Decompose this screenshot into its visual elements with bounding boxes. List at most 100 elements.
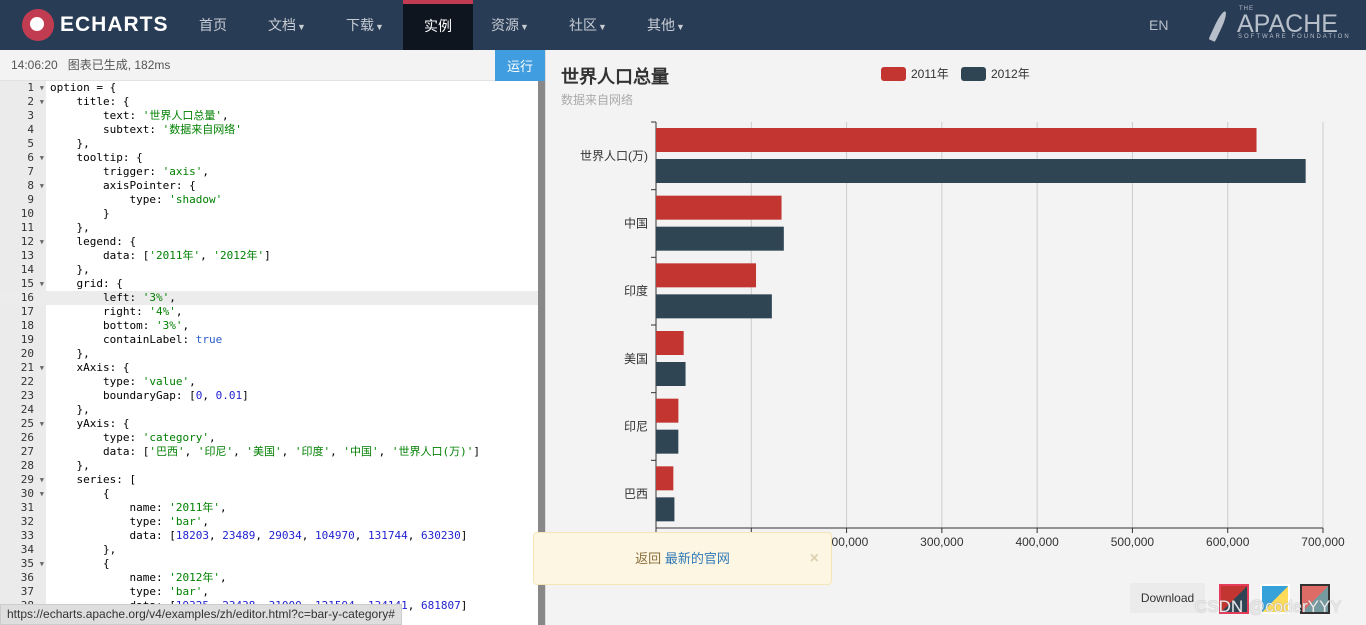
fold-arrow-icon[interactable]: ▼ [40, 417, 44, 431]
code-line[interactable]: 3 text: '世界人口总量', [0, 109, 538, 123]
logo-text: ECHARTS [60, 13, 169, 36]
fold-arrow-icon[interactable]: ▼ [40, 151, 44, 165]
fold-arrow-icon[interactable]: ▼ [40, 81, 44, 95]
official-site-link[interactable]: 最新的官网 [665, 551, 730, 566]
line-number: 31 [20, 501, 34, 514]
nav-item[interactable]: 实例 [403, 0, 473, 50]
code-line[interactable]: 28 }, [0, 459, 538, 473]
code-text: left: '3%', [50, 291, 176, 304]
code-line[interactable]: 12 ▼ legend: { [0, 235, 538, 249]
code-line[interactable]: 9 type: 'shadow' [0, 193, 538, 207]
code-text: }, [50, 459, 90, 472]
code-text: right: '4%', [50, 305, 183, 318]
bar[interactable] [656, 226, 784, 251]
code-line[interactable]: 24 }, [0, 403, 538, 417]
nav-item[interactable]: 文档▼ [252, 0, 322, 50]
code-line[interactable]: 11 }, [0, 221, 538, 235]
bar[interactable] [656, 159, 1306, 183]
code-text: type: 'shadow' [50, 193, 223, 206]
fold-arrow-icon[interactable]: ▼ [40, 179, 44, 193]
language-switch[interactable]: EN [1149, 0, 1168, 50]
x-tick-label: 700,000 [1301, 535, 1345, 549]
fold-arrow-icon[interactable]: ▼ [40, 361, 44, 375]
bar[interactable] [656, 497, 675, 522]
code-line[interactable]: 36 name: '2012年', [0, 571, 538, 585]
code-line[interactable]: 37 type: 'bar', [0, 585, 538, 599]
code-line[interactable]: 14 }, [0, 263, 538, 277]
code-line[interactable]: 1 ▼ option = { [0, 81, 538, 95]
close-icon[interactable]: × [810, 533, 819, 584]
code-text: }, [50, 137, 90, 150]
code-line[interactable]: 20 }, [0, 347, 538, 361]
code-line[interactable]: 26 type: 'category', [0, 431, 538, 445]
nav-item[interactable]: 下载▼ [330, 0, 400, 50]
code-line[interactable]: 29 ▼ series: [ [0, 473, 538, 487]
bar[interactable] [656, 429, 679, 454]
bar[interactable] [656, 294, 772, 319]
code-line[interactable]: 15 ▼ grid: { [0, 277, 538, 291]
line-number: 30 ▼ [20, 487, 44, 501]
run-button[interactable]: 运行 [495, 50, 545, 81]
line-number: 1 ▼ [27, 81, 44, 95]
notice-toast: 返回 最新的官网 × [533, 532, 832, 585]
code-text: name: '2011年', [50, 501, 227, 514]
download-button[interactable]: Download [1130, 583, 1205, 613]
fold-arrow-icon[interactable]: ▼ [40, 277, 44, 291]
fold-arrow-icon[interactable]: ▼ [40, 95, 44, 109]
code-line[interactable]: 23 boundaryGap: [0, 0.01] [0, 389, 538, 403]
code-text: { [50, 487, 110, 500]
y-category-label: 中国 [624, 216, 648, 231]
echarts-logo[interactable]: ECHARTS [22, 9, 169, 41]
line-number: 10 [20, 207, 34, 220]
nav-item-label: 实例 [424, 18, 452, 34]
code-line[interactable]: 6 ▼ tooltip: { [0, 151, 538, 165]
bar[interactable] [656, 362, 686, 386]
code-line[interactable]: 25 ▼ yAxis: { [0, 417, 538, 431]
bar[interactable] [656, 195, 782, 220]
code-line[interactable]: 19 containLabel: true [0, 333, 538, 347]
code-line[interactable]: 17 right: '4%', [0, 305, 538, 319]
feather-icon [1208, 10, 1229, 42]
bar[interactable] [656, 263, 757, 288]
code-line[interactable]: 34 }, [0, 543, 538, 557]
line-number: 24 [20, 403, 34, 416]
line-number: 35 ▼ [20, 557, 44, 571]
line-number: 33 [20, 529, 34, 542]
code-line[interactable]: 18 bottom: '3%', [0, 319, 538, 333]
line-number: 37 [20, 585, 34, 598]
bar[interactable] [656, 466, 674, 491]
code-line[interactable]: 21 ▼ xAxis: { [0, 361, 538, 375]
code-line[interactable]: 10 } [0, 207, 538, 221]
code-line[interactable]: 7 trigger: 'axis', [0, 165, 538, 179]
code-line[interactable]: 5 }, [0, 137, 538, 151]
nav-item[interactable]: 资源▼ [475, 0, 545, 50]
nav-item-label: 其他 [647, 17, 676, 33]
code-text: title: { [50, 95, 130, 108]
code-line[interactable]: 35 ▼ { [0, 557, 538, 571]
code-line[interactable]: 13 data: ['2011年', '2012年'] [0, 249, 538, 263]
code-text: } [50, 207, 110, 220]
code-line[interactable]: 31 name: '2011年', [0, 501, 538, 515]
nav-item[interactable]: 首页 [182, 0, 244, 50]
code-line[interactable]: 30 ▼ { [0, 487, 538, 501]
nav-item[interactable]: 社区▼ [553, 0, 623, 50]
fold-arrow-icon[interactable]: ▼ [40, 473, 44, 487]
fold-arrow-icon[interactable]: ▼ [40, 487, 44, 501]
code-area[interactable]: 1 ▼ option = {2 ▼ title: {3 text: '世界人口总量',… [0, 81, 538, 613]
fold-arrow-icon[interactable]: ▼ [40, 557, 44, 571]
code-line[interactable]: 33 data: [18203, 23489, 29034, 104970, 1… [0, 529, 538, 543]
code-line[interactable]: 22 type: 'value', [0, 375, 538, 389]
code-line[interactable]: 8 ▼ axisPointer: { [0, 179, 538, 193]
fold-arrow-icon[interactable]: ▼ [40, 235, 44, 249]
bar[interactable] [656, 398, 679, 423]
code-line[interactable]: 2 ▼ title: { [0, 95, 538, 109]
apache-sub: SOFTWARE FOUNDATION [1238, 34, 1351, 40]
code-line[interactable]: 27 data: ['巴西', '印尼', '美国', '印度', '中国', … [0, 445, 538, 459]
nav-item[interactable]: 其他▼ [631, 0, 701, 50]
code-line[interactable]: 16 left: '3%', [0, 291, 538, 305]
bar[interactable] [656, 331, 684, 355]
code-line[interactable]: 4 subtext: '数据来自网络' [0, 123, 538, 137]
code-text: type: 'bar', [50, 515, 209, 528]
code-line[interactable]: 32 type: 'bar', [0, 515, 538, 529]
bar[interactable] [656, 128, 1257, 152]
